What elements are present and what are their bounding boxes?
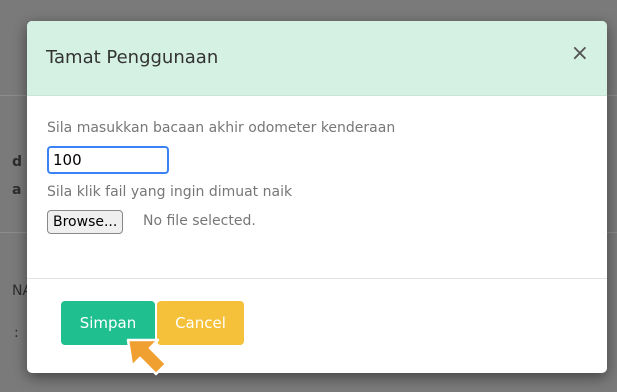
odometer-input[interactable] bbox=[47, 146, 169, 174]
odometer-label: Sila masukkan bacaan akhir odometer kend… bbox=[47, 120, 396, 136]
close-icon[interactable]: × bbox=[571, 43, 589, 65]
modal-header: Tamat Penggunaan × bbox=[27, 21, 607, 96]
bg-fragment: d bbox=[12, 154, 23, 170]
cursor-arrow-icon bbox=[124, 336, 170, 386]
file-status-text: No file selected. bbox=[143, 213, 256, 229]
upload-label: Sila klik fail yang ingin dimuat naik bbox=[47, 184, 293, 200]
cancel-button[interactable]: Cancel bbox=[157, 301, 244, 345]
end-usage-modal: Tamat Penggunaan × Sila masukkan bacaan … bbox=[27, 21, 607, 373]
modal-body: Sila masukkan bacaan akhir odometer kend… bbox=[27, 96, 607, 278]
bg-fragment: a bbox=[12, 182, 22, 198]
modal-title: Tamat Penggunaan bbox=[46, 47, 219, 68]
bg-fragment: : bbox=[14, 325, 19, 341]
browse-button[interactable]: Browse... bbox=[47, 210, 124, 234]
footer-divider bbox=[27, 278, 607, 279]
